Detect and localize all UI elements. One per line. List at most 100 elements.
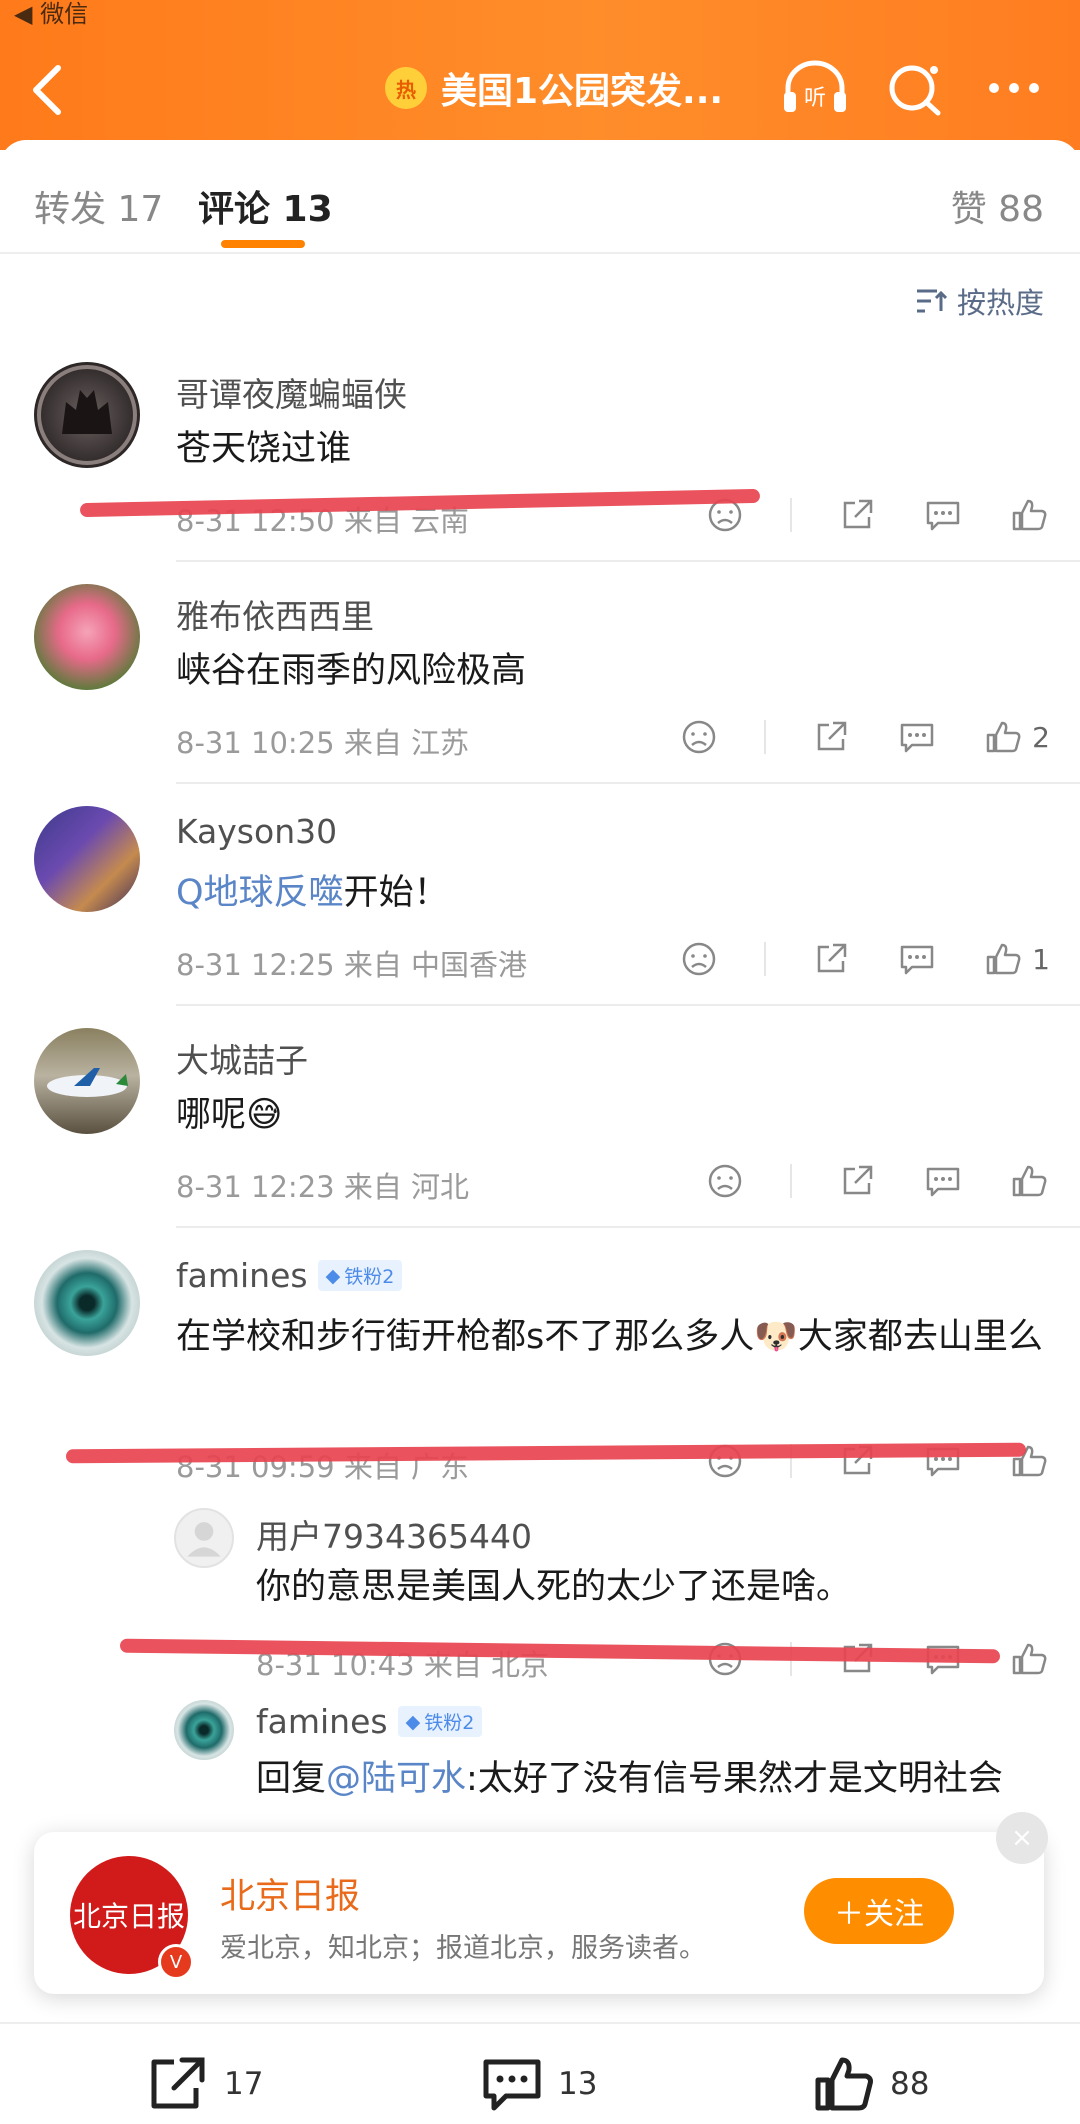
mention-link[interactable]: @陆可水 — [326, 1759, 466, 1799]
active-tab-indicator — [221, 240, 305, 248]
reply-icon[interactable] — [922, 1160, 964, 1202]
avatar[interactable] — [34, 806, 140, 912]
action-divider — [764, 942, 767, 976]
reply-icon[interactable] — [896, 938, 938, 980]
sort-label: 按热度 — [956, 286, 1044, 320]
action-divider — [764, 720, 767, 754]
bottom-comment-button[interactable]: 13 — [480, 2054, 597, 2114]
sort-toggle[interactable]: 按热度 — [915, 280, 1044, 322]
tab-repost[interactable]: 转发 17 — [34, 180, 163, 232]
fan-badge-label: 铁粉2 — [344, 1266, 395, 1288]
like-icon[interactable] — [1008, 1160, 1050, 1202]
comment-icon — [483, 2059, 541, 2111]
avatar[interactable] — [34, 1250, 140, 1356]
comment-username[interactable]: famines ◆ 铁粉2 — [176, 1256, 403, 1295]
tab-likes[interactable]: 赞 88 — [951, 180, 1044, 232]
comment-text-part2: 大家都去山里么 — [797, 1317, 1043, 1357]
share-icon[interactable] — [810, 716, 852, 758]
avatar[interactable] — [34, 362, 140, 468]
like-icon — [815, 2057, 873, 2111]
more-icon[interactable] — [982, 58, 1052, 118]
diamond-icon: ◆ — [405, 1710, 421, 1733]
share-icon[interactable] — [836, 494, 878, 536]
like-icon[interactable] — [982, 938, 1024, 980]
avatar[interactable] — [34, 584, 140, 690]
comment-text-rest: 开始！ — [343, 873, 449, 913]
comment-time: 8-31 12:25 — [176, 948, 335, 982]
fan-badge: ◆ 铁粉2 — [317, 1260, 403, 1291]
dislike-icon[interactable] — [678, 716, 720, 758]
share-icon — [151, 2057, 205, 2109]
comment-text: 峡谷在雨季的风险极高 — [176, 651, 527, 691]
diamond-icon: ◆ — [325, 1264, 341, 1287]
page-title: 美国1公园突发... — [441, 71, 724, 112]
like-count: 1 — [1032, 942, 1050, 976]
fan-badge: ◆ 铁粉2 — [397, 1706, 483, 1737]
comment-time: 8-31 12:23 — [176, 1170, 335, 1204]
avatar[interactable] — [34, 1028, 140, 1134]
reply-username[interactable]: famines ◆ 铁粉2 — [256, 1702, 483, 1741]
comment-text-part1: 在学校和步行街开枪都s不了那么多人 — [176, 1317, 755, 1357]
share-icon[interactable] — [810, 938, 852, 980]
comment-username[interactable]: 哥谭夜魔蝙蝠侠 — [176, 368, 407, 416]
reply-text-rest: :太好了没有信号果然才是文明社会 — [466, 1759, 1003, 1799]
comment-username[interactable]: Kayson30 — [176, 812, 337, 851]
dislike-icon[interactable] — [678, 938, 720, 980]
listen-label: 听 — [804, 86, 826, 111]
comment-divider — [176, 1004, 1080, 1006]
search-icon[interactable] — [880, 58, 950, 118]
back-arrow-icon[interactable] — [28, 62, 68, 118]
comment-text-main: 哪呢 — [176, 1095, 247, 1135]
dislike-icon[interactable] — [704, 1160, 746, 1202]
username-text: famines — [176, 1256, 308, 1295]
action-divider — [790, 1164, 792, 1198]
bottom-action-bar: 17 13 88 — [0, 2022, 1080, 2124]
header-title: 热 美国1公园突发... — [385, 58, 723, 118]
like-icon[interactable] — [1008, 494, 1050, 536]
comment-username[interactable]: 大城喆子 — [176, 1034, 308, 1082]
comment-username[interactable]: 雅布依西西里 — [176, 590, 374, 638]
like-icon[interactable] — [1008, 1638, 1050, 1680]
reply-username[interactable]: 用户7934365440 — [256, 1510, 532, 1558]
comment-text: Q地球反噬开始！ — [176, 864, 1046, 922]
comment-divider — [176, 782, 1080, 784]
sort-icon — [916, 289, 947, 313]
card-account-name[interactable]: 北京日报 — [220, 1868, 360, 1919]
comment-location: 来自 河北 — [343, 1170, 470, 1204]
comment-divider — [176, 1226, 1080, 1228]
comment-time: 8-31 10:25 — [176, 726, 335, 760]
account-promo-card[interactable]: 北京日报 V 北京日报 爱北京，知北京；报道北京，服务读者。 ＋关注 — [34, 1832, 1044, 1994]
repost-count: 17 — [224, 2066, 264, 2102]
tab-comments[interactable]: 评论 13 — [198, 180, 333, 232]
reply-text: 你的意思是美国人死的太少了还是啥。 — [256, 1567, 852, 1607]
doge-emoji: 🐶 — [754, 1317, 798, 1357]
avatar[interactable] — [174, 1700, 234, 1760]
bottom-like-button[interactable]: 88 — [812, 2054, 929, 2114]
action-divider — [790, 498, 792, 532]
reply-icon[interactable] — [922, 494, 964, 536]
bottom-repost-button[interactable]: 17 — [146, 2054, 263, 2114]
hot-icon: 热 — [385, 67, 427, 109]
avatar[interactable] — [174, 1508, 234, 1568]
like-count: 2 — [1032, 720, 1050, 754]
card-account-desc: 爱北京，知北京；报道北京，服务读者。 — [220, 1933, 706, 1964]
tab-bar: 转发 17 评论 13 赞 88 — [0, 140, 1080, 254]
listen-headphones-icon[interactable]: 听 — [780, 58, 850, 118]
comment-count: 13 — [558, 2066, 598, 2102]
reply-text: 回复@陆可水:太好了没有信号果然才是文明社会 — [256, 1750, 1036, 1832]
comment-text: 苍天饶过谁 — [176, 429, 352, 469]
sweat-smile-emoji: 😅 — [246, 1095, 283, 1135]
comment-location: 来自 中国香港 — [343, 948, 528, 982]
like-count: 88 — [890, 2066, 930, 2102]
wechat-back-link[interactable]: ◀ 微信 — [14, 0, 88, 29]
comment-text: 哪呢😅 — [176, 1086, 1046, 1144]
comment-divider — [176, 560, 1080, 562]
comment-text: 在学校和步行街开枪都s不了那么多人🐶大家都去山里么 — [176, 1308, 1046, 1366]
close-icon[interactable]: × — [996, 1812, 1048, 1864]
username-text: famines — [256, 1702, 388, 1741]
follow-button[interactable]: ＋关注 — [804, 1878, 954, 1944]
topic-link[interactable]: Q地球反噬 — [176, 873, 344, 913]
like-icon[interactable] — [982, 716, 1024, 758]
share-icon[interactable] — [836, 1160, 878, 1202]
reply-icon[interactable] — [896, 716, 938, 758]
